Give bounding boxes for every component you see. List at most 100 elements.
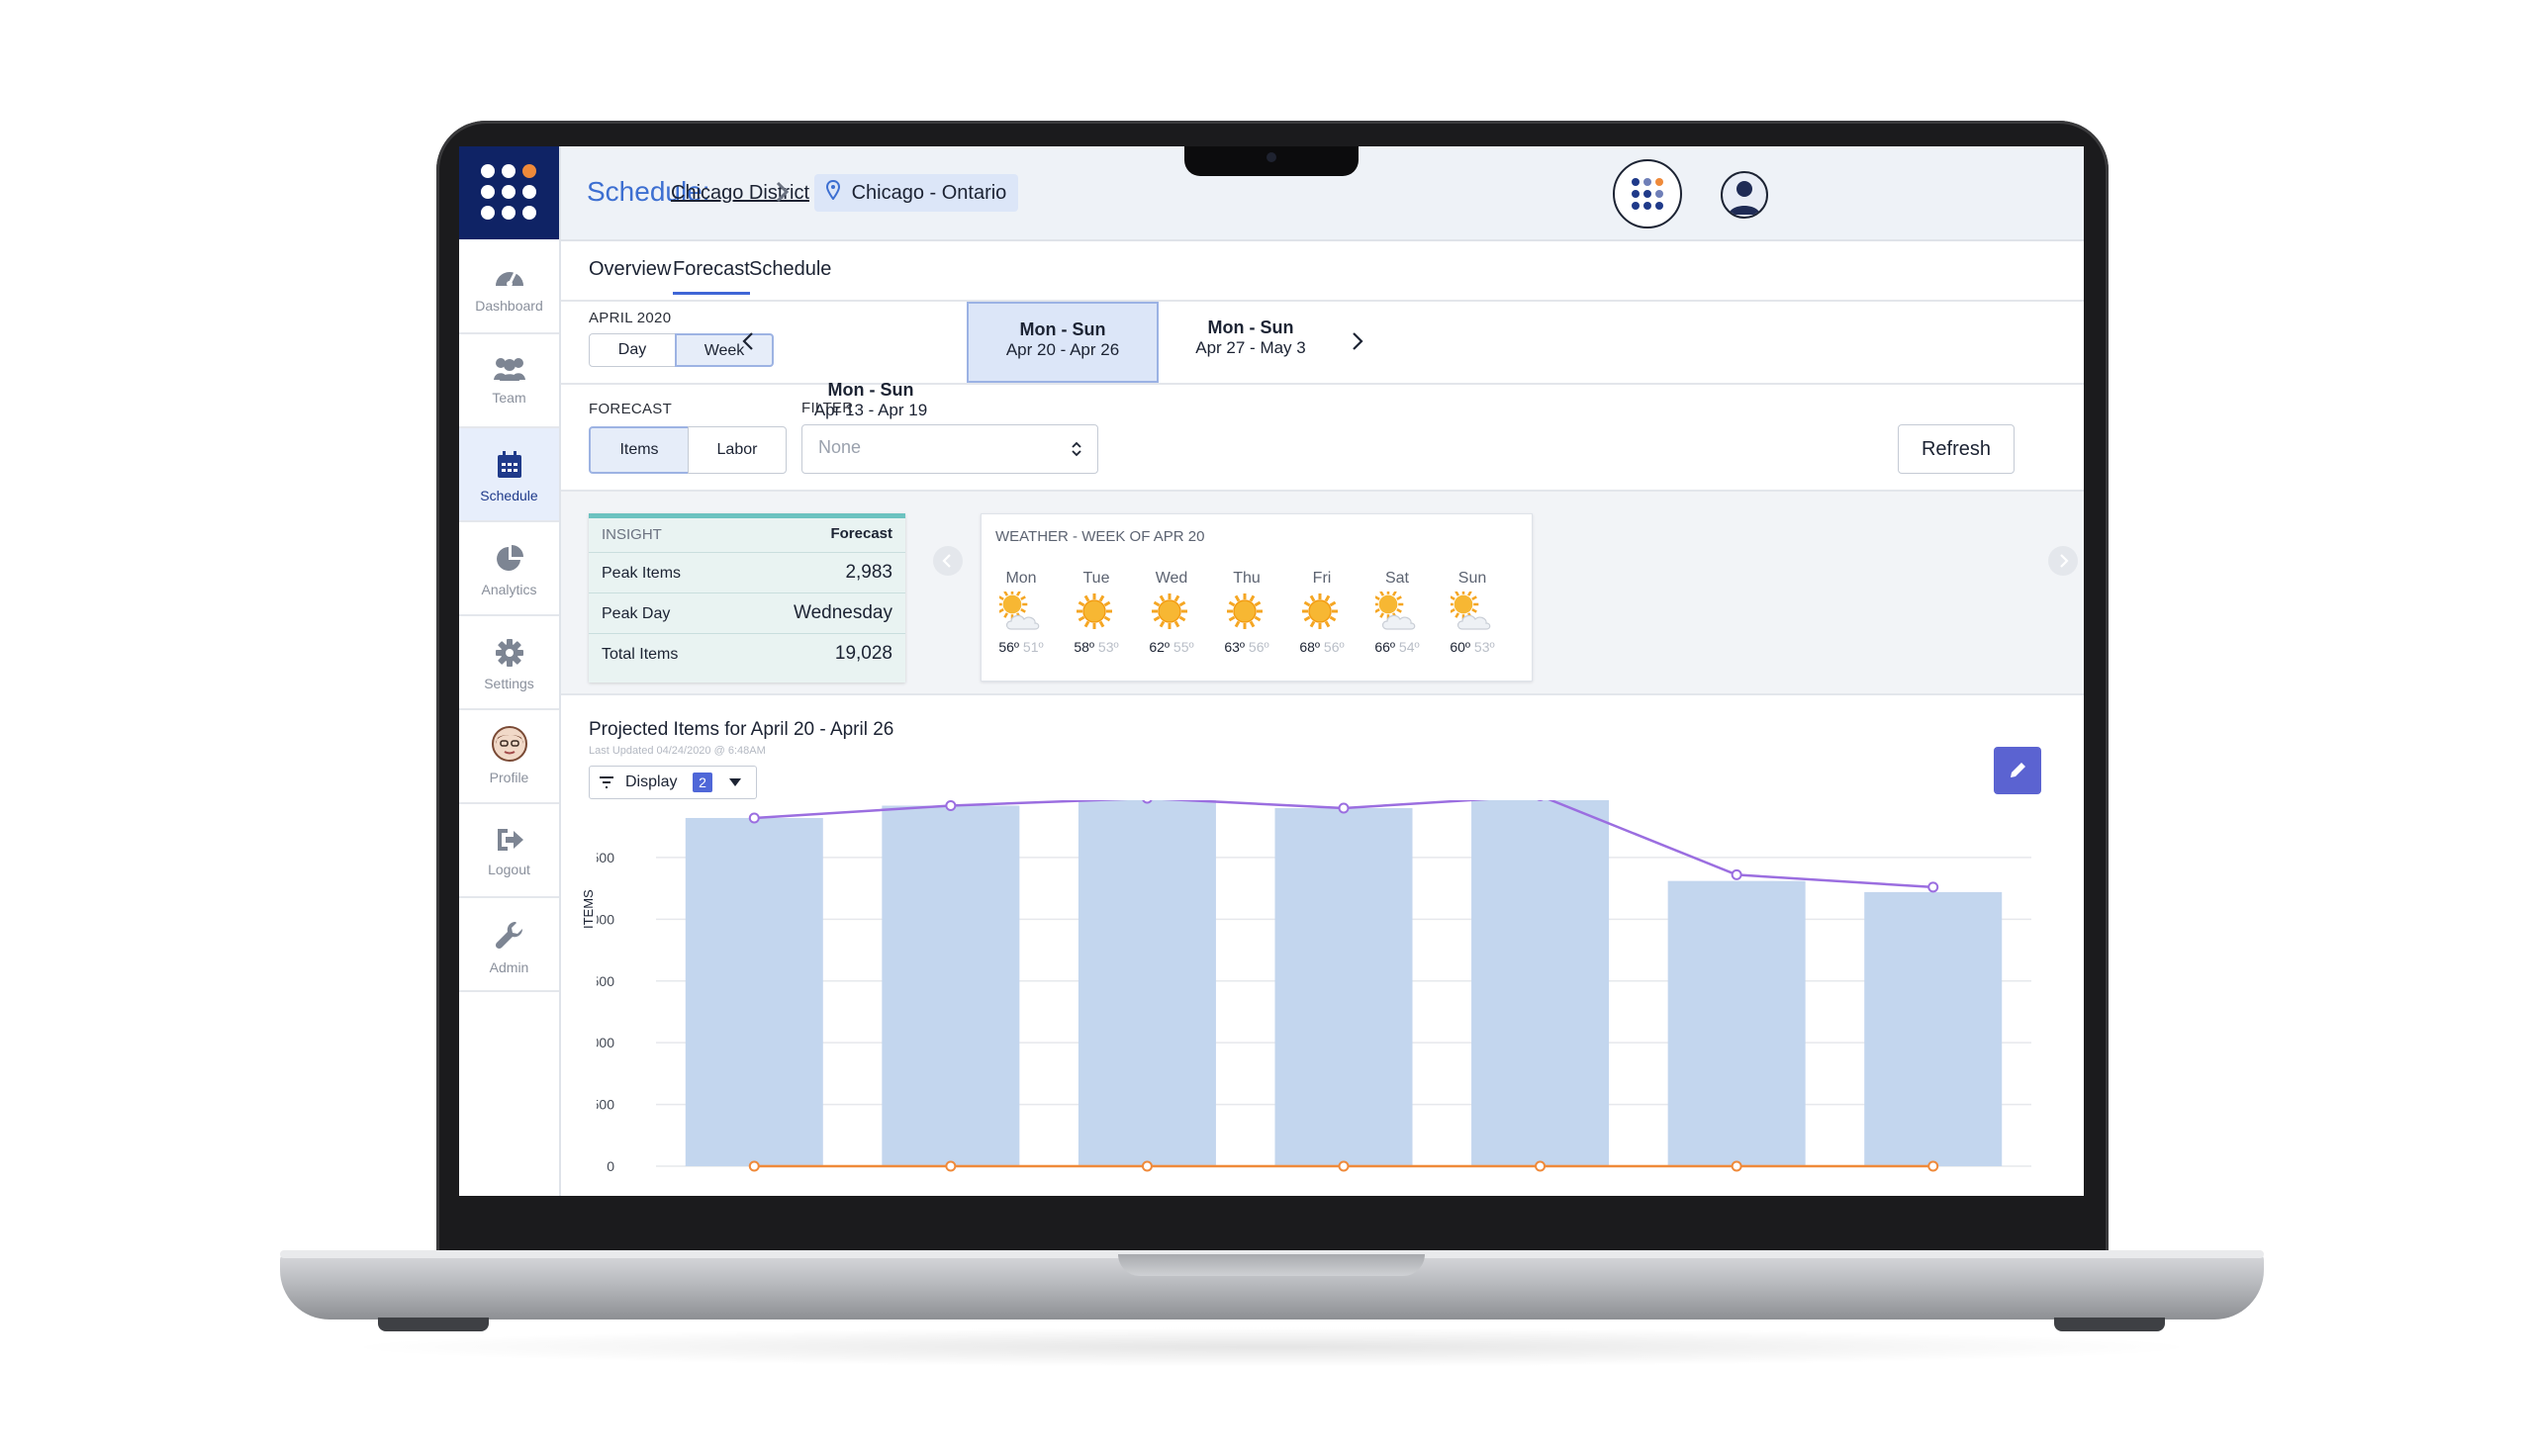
weather-temps: 58º 53º: [1067, 639, 1126, 655]
sun-icon: [1077, 593, 1112, 629]
tab-bar: Overview Forecast Schedule: [561, 241, 2084, 302]
y-tick-label: 0: [607, 1158, 614, 1174]
sidebar-item-profile[interactable]: Profile: [459, 710, 559, 804]
insight-row: Total Items 19,028: [589, 633, 905, 674]
weather-high: 62º: [1149, 639, 1171, 655]
insight-row: Peak Day Wednesday: [589, 592, 905, 633]
tab-forecast[interactable]: Forecast: [673, 258, 750, 295]
gear-icon: [495, 639, 523, 667]
display-dropdown[interactable]: Display 2: [589, 766, 757, 799]
sidebar-item-logout[interactable]: Logout: [459, 804, 559, 898]
weather-high: 63º: [1224, 639, 1246, 655]
sidebar-item-analytics[interactable]: Analytics: [459, 522, 559, 616]
insight-row-value: 2,983: [845, 562, 892, 583]
laptop-shadow: [336, 1327, 2206, 1367]
insights-strip: INSIGHT Forecast Peak Items 2,983 Peak D…: [561, 492, 2084, 695]
chevron-right-icon: [2060, 554, 2069, 568]
tab-overview[interactable]: Overview: [589, 258, 671, 292]
laptop-foot-right: [2054, 1318, 2165, 1331]
partly-cloudy-icon: [1375, 592, 1416, 630]
partly-cloudy-icon: [999, 592, 1040, 630]
day-toggle[interactable]: Day: [589, 333, 676, 367]
weather-high: 66º: [1374, 639, 1396, 655]
weather-low: 56º: [1245, 639, 1269, 655]
weather-day-label: Fri: [1312, 570, 1332, 587]
logout-icon: [497, 829, 523, 851]
series-point: [1731, 1160, 1742, 1172]
y-tick-label: 2,000: [597, 911, 614, 927]
insight-row-value: Wednesday: [794, 602, 892, 623]
laptop-opening-groove: [1118, 1254, 1425, 1276]
insight-header-left: INSIGHT: [602, 526, 662, 543]
select-arrows-icon: [1072, 441, 1081, 457]
last-updated: Last Updated 04/24/2020 @ 6:48AM: [589, 745, 766, 757]
sidebar-item-admin[interactable]: Admin: [459, 898, 559, 992]
weather-day-label: Sat: [1384, 570, 1409, 587]
sidebar-item-label: Admin: [489, 959, 529, 975]
filter-value: None: [818, 437, 862, 457]
chart-bar: [685, 817, 823, 1166]
refresh-button[interactable]: Refresh: [1898, 424, 2015, 474]
weather-low: 55º: [1170, 639, 1194, 655]
weather-temps: 63º 56º: [1217, 639, 1276, 655]
labor-toggle[interactable]: Labor: [688, 426, 787, 474]
items-toggle[interactable]: Items: [589, 426, 690, 474]
location-chip[interactable]: Chicago - Ontario: [814, 174, 1019, 212]
sidebar-item-label: Schedule: [480, 488, 538, 503]
avatar: [491, 726, 527, 762]
forecast-label: FORECAST: [589, 401, 673, 417]
sidebar-item-label: Team: [492, 390, 526, 406]
chart-bar: [1667, 880, 1806, 1166]
week-option-next[interactable]: Mon - Sun Apr 27 - May 3: [1165, 302, 1337, 379]
app-logo[interactable]: [459, 146, 559, 239]
apps-button[interactable]: [1613, 159, 1682, 228]
insight-row-label: Peak Day: [602, 605, 671, 622]
apps-grid-icon: [1632, 178, 1663, 210]
sidebar-item-label: Profile: [489, 770, 529, 785]
user-icon: [1729, 181, 1760, 215]
carousel-next-button[interactable]: [2048, 546, 2078, 576]
sun-icon: [1302, 593, 1338, 629]
chevron-left-icon: [942, 554, 951, 568]
weather-card: WEATHER - WEEK OF APR 20 Mon 56º 51º Tue 58…: [981, 513, 1533, 682]
series-point: [945, 1160, 957, 1172]
next-week-button[interactable]: [1347, 329, 1366, 358]
camera-icon: [1266, 152, 1276, 162]
pie-chart-icon: [496, 545, 523, 571]
sidebar-item-settings[interactable]: Settings: [459, 616, 559, 710]
chart-title: Projected Items for April 20 - April 26: [589, 719, 894, 740]
chart-bar: [1471, 800, 1610, 1166]
weather-low: 54º: [1395, 639, 1420, 655]
sidebar-item-label: Dashboard: [475, 298, 543, 314]
week-option-current[interactable]: Mon - Sun Apr 20 - Apr 26: [967, 302, 1159, 383]
sidebar: Dashboard Team Schedule Analytics Settin…: [459, 146, 561, 1196]
laptop-foot-left: [378, 1318, 489, 1331]
weather-low: 56º: [1320, 639, 1345, 655]
week-range: Apr 20 - Apr 26: [1005, 340, 1120, 359]
sidebar-item-dashboard[interactable]: Dashboard: [459, 240, 559, 334]
prev-week-button[interactable]: [739, 329, 759, 358]
weather-day-label: Thu: [1233, 570, 1261, 587]
weather-temps: 62º 55º: [1142, 639, 1201, 655]
chart-bar: [1274, 808, 1413, 1166]
sidebar-item-team[interactable]: Team: [459, 334, 559, 428]
sidebar-item-schedule[interactable]: Schedule: [459, 428, 559, 522]
filter-select[interactable]: None: [801, 424, 1098, 474]
display-label: Display: [625, 774, 678, 790]
user-avatar-button[interactable]: [1721, 171, 1768, 219]
filter-lines-icon: [600, 776, 613, 788]
weather-low: 51º: [1019, 639, 1044, 655]
weather-high: 60º: [1450, 639, 1471, 655]
carousel-prev-button[interactable]: [933, 546, 963, 576]
screen: Schedule: Chicago District Chicago - Ont…: [459, 146, 2084, 1196]
chart-bar: [882, 805, 1020, 1166]
edit-chart-button[interactable]: [1994, 747, 2041, 794]
dashboard-icon: [495, 271, 523, 287]
tab-schedule[interactable]: Schedule: [749, 258, 831, 281]
week-title: Mon - Sun: [1019, 319, 1106, 339]
weather-high: 68º: [1299, 639, 1321, 655]
weather-temps: 68º 56º: [1292, 639, 1352, 655]
series-point: [1927, 1160, 1939, 1172]
weather-low: 53º: [1094, 639, 1119, 655]
weather-day-label: Mon: [1005, 570, 1037, 587]
